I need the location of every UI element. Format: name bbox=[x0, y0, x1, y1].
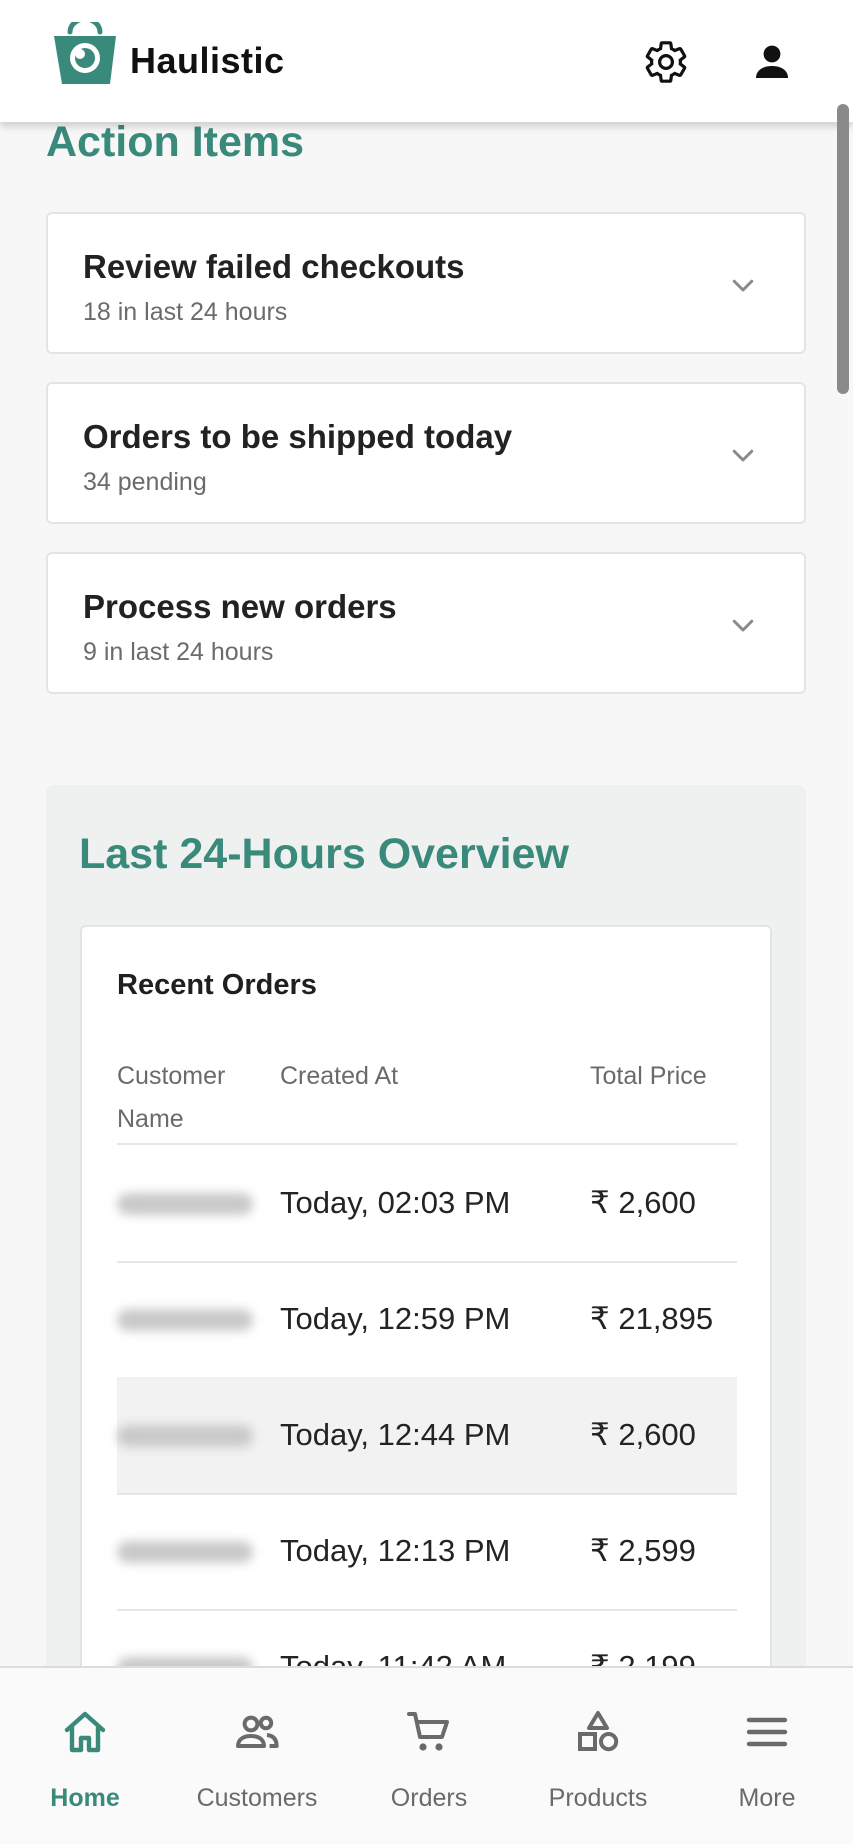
brand-name: Haulistic bbox=[130, 40, 285, 81]
recent-orders-title: Recent Orders bbox=[117, 969, 317, 1001]
action-item-subtitle: 18 in last 24 hours bbox=[83, 298, 288, 326]
nav-more[interactable]: More bbox=[682, 1668, 852, 1844]
table-row[interactable]: Today, 12:59 PM ₹ 21,895 bbox=[117, 1261, 737, 1377]
action-items-title: Action Items bbox=[46, 118, 305, 166]
customer-name-redacted bbox=[117, 1309, 253, 1331]
main-content: Action Items Review failed checkouts 18 … bbox=[0, 0, 853, 1844]
order-total-price: ₹ 2,600 bbox=[590, 1185, 696, 1220]
scrollbar[interactable] bbox=[837, 104, 849, 394]
order-created-at: Today, 12:13 PM bbox=[280, 1533, 511, 1568]
action-item-title: Process new orders bbox=[83, 588, 397, 625]
action-item-title: Review failed checkouts bbox=[83, 248, 465, 285]
chevron-down-icon bbox=[732, 449, 754, 462]
nav-label: More bbox=[738, 1784, 796, 1812]
customers-icon bbox=[236, 1715, 279, 1748]
bottom-navigation: Home Customers Orders Products More bbox=[0, 1666, 853, 1844]
nav-home[interactable]: Home bbox=[0, 1668, 170, 1844]
order-total-price: ₹ 2,600 bbox=[590, 1417, 696, 1452]
nav-label: Orders bbox=[390, 1784, 468, 1812]
nav-customers[interactable]: Customers bbox=[172, 1668, 342, 1844]
table-row[interactable]: Today, 02:03 PM ₹ 2,600 bbox=[117, 1145, 737, 1261]
column-header-created-at[interactable]: Created At bbox=[280, 1055, 398, 1098]
action-item-title: Orders to be shipped today bbox=[83, 418, 513, 455]
cart-icon bbox=[407, 1712, 449, 1751]
nav-label: Customers bbox=[196, 1784, 318, 1812]
user-icon[interactable] bbox=[748, 38, 796, 86]
action-item-orders-to-ship[interactable]: Orders to be shipped today 34 pending bbox=[46, 382, 806, 524]
home-icon bbox=[64, 1711, 106, 1753]
action-item-subtitle: 34 pending bbox=[83, 468, 207, 496]
customer-name-redacted bbox=[117, 1425, 253, 1447]
overview-title: Last 24-Hours Overview bbox=[79, 830, 569, 878]
customer-name-redacted bbox=[117, 1193, 253, 1215]
haulistic-logo-icon bbox=[54, 22, 116, 84]
order-created-at: Today, 12:59 PM bbox=[280, 1301, 511, 1336]
column-header-customer-name[interactable]: Customer Name bbox=[117, 1055, 247, 1141]
order-total-price: ₹ 21,895 bbox=[590, 1301, 714, 1336]
nav-products[interactable]: Products bbox=[513, 1668, 683, 1844]
shapes-icon bbox=[578, 1711, 619, 1752]
order-created-at: Today, 12:44 PM bbox=[280, 1417, 511, 1452]
order-created-at: Today, 02:03 PM bbox=[280, 1185, 511, 1220]
customer-name-redacted bbox=[117, 1541, 253, 1563]
table-row[interactable]: Today, 12:13 PM ₹ 2,599 bbox=[117, 1493, 737, 1609]
nav-label: Home bbox=[50, 1784, 120, 1812]
column-header-total-price[interactable]: Total Price bbox=[590, 1055, 707, 1098]
chevron-down-icon bbox=[732, 619, 754, 632]
order-total-price: ₹ 2,599 bbox=[590, 1533, 696, 1568]
action-item-subtitle: 9 in last 24 hours bbox=[83, 638, 274, 666]
action-item-new-orders[interactable]: Process new orders 9 in last 24 hours bbox=[46, 552, 806, 694]
gear-icon[interactable] bbox=[642, 38, 690, 86]
action-item-failed-checkouts[interactable]: Review failed checkouts 18 in last 24 ho… bbox=[46, 212, 806, 354]
nav-label: Products bbox=[548, 1784, 648, 1812]
nav-orders[interactable]: Orders bbox=[344, 1668, 514, 1844]
table-row[interactable]: Today, 12:44 PM ₹ 2,600 bbox=[117, 1377, 737, 1493]
chevron-down-icon bbox=[732, 279, 754, 292]
menu-icon bbox=[746, 1717, 788, 1747]
app-header: Haulistic bbox=[0, 0, 853, 122]
